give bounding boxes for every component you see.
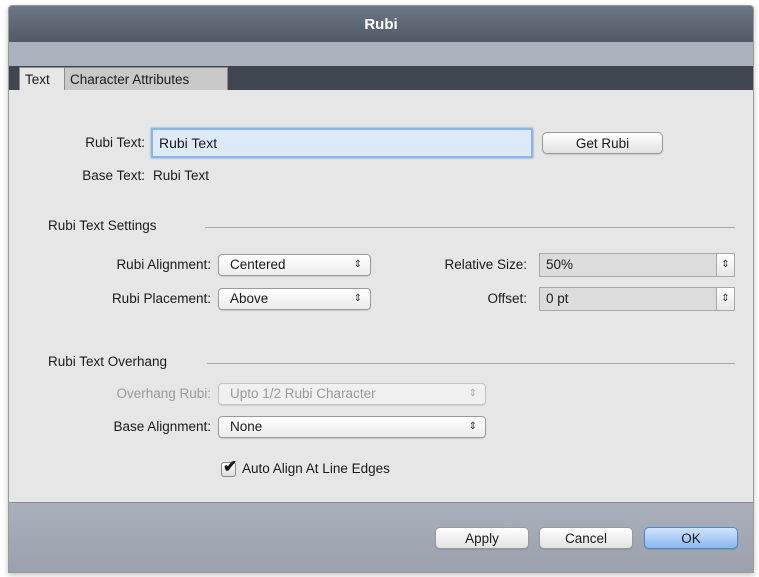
base-text-label: Base Text: xyxy=(82,168,145,183)
settings-heading: Rubi Text Settings xyxy=(48,218,157,233)
popup-arrows-icon[interactable]: ⇕ xyxy=(716,254,734,276)
auto-align-checkbox[interactable]: ✔ xyxy=(221,457,237,477)
base-text-value: Rubi Text xyxy=(153,168,210,183)
tab-character-attributes[interactable]: Character Attributes xyxy=(64,67,228,90)
popup-arrows-icon: ⇕ xyxy=(468,388,477,399)
ok-button[interactable]: OK xyxy=(644,527,738,549)
overhang-rubi-select: Upto 1/2 Rubi Character ⇕ xyxy=(218,383,486,405)
overhang-rubi-label: Overhang Rubi: xyxy=(116,386,211,401)
relative-size-combo[interactable]: 50% ⇕ xyxy=(539,253,735,277)
overhang-rubi-value: Upto 1/2 Rubi Character xyxy=(230,386,376,401)
rubi-alignment-select[interactable]: Centered ⇕ xyxy=(218,254,371,276)
base-alignment-select[interactable]: None ⇕ xyxy=(218,416,486,438)
rubi-dialog: Rubi Text Character Attributes Rubi Text… xyxy=(8,5,754,573)
window-title: Rubi xyxy=(364,15,398,33)
tab-text[interactable]: Text xyxy=(19,67,65,90)
relative-size-value: 50% xyxy=(546,257,574,272)
rubi-text-value: Rubi Text xyxy=(159,135,218,151)
tab-strip: Text Character Attributes xyxy=(9,42,753,90)
get-rubi-button[interactable]: Get Rubi xyxy=(542,132,663,154)
checkmark-icon: ✔ xyxy=(223,457,238,476)
rubi-text-label: Rubi Text: xyxy=(85,135,145,150)
rubi-alignment-label: Rubi Alignment: xyxy=(116,257,211,272)
rubi-placement-label: Rubi Placement: xyxy=(111,291,211,306)
rubi-text-input[interactable]: Rubi Text xyxy=(151,128,533,158)
popup-arrows-icon: ⇕ xyxy=(468,421,477,432)
offset-value: 0 pt xyxy=(546,291,569,306)
overhang-heading: Rubi Text Overhang xyxy=(48,354,168,369)
popup-arrows-icon: ⇕ xyxy=(353,293,362,304)
popup-arrows-icon[interactable]: ⇕ xyxy=(716,288,734,310)
rubi-alignment-value: Centered xyxy=(230,257,286,272)
rubi-placement-value: Above xyxy=(230,291,269,306)
text-tab-panel: Rubi Text: Rubi Text Get Rubi Base Text:… xyxy=(9,90,753,502)
settings-separator xyxy=(205,227,735,228)
cancel-button[interactable]: Cancel xyxy=(539,527,633,549)
tab-strip-top xyxy=(9,42,753,66)
apply-button[interactable]: Apply xyxy=(435,527,529,549)
title-bar: Rubi xyxy=(9,6,753,42)
base-alignment-label: Base Alignment: xyxy=(113,419,211,434)
base-alignment-value: None xyxy=(230,419,263,434)
button-bar: Apply Cancel OK xyxy=(9,502,753,572)
rubi-placement-select[interactable]: Above ⇕ xyxy=(218,288,371,310)
popup-arrows-icon: ⇕ xyxy=(353,259,362,270)
relative-size-label: Relative Size: xyxy=(444,257,527,272)
overhang-separator xyxy=(207,363,735,364)
auto-align-label[interactable]: Auto Align At Line Edges xyxy=(242,459,390,479)
offset-combo[interactable]: 0 pt ⇕ xyxy=(539,287,735,311)
offset-label: Offset: xyxy=(487,291,527,306)
